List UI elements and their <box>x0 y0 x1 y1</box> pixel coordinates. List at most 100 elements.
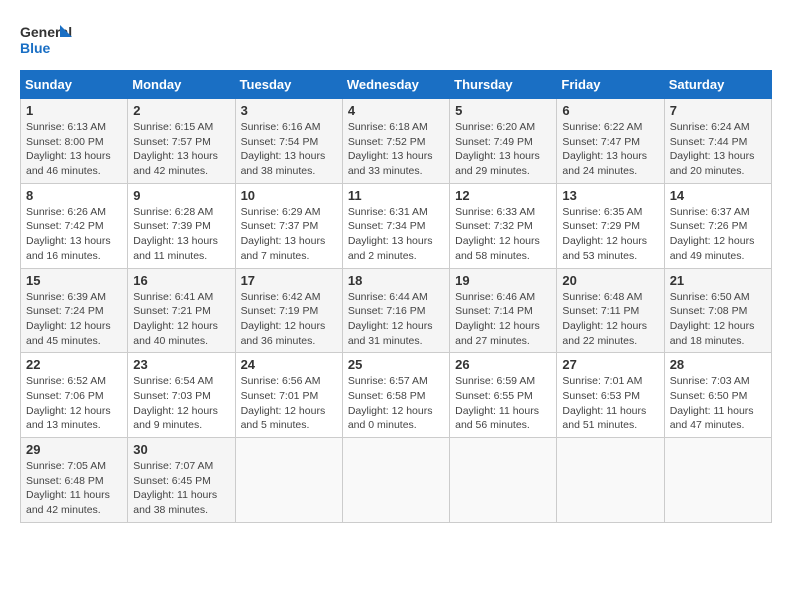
day-cell: 6 Sunrise: 6:22 AM Sunset: 7:47 PM Daylig… <box>557 99 664 184</box>
svg-text:Blue: Blue <box>20 40 51 56</box>
day-info: Sunrise: 6:42 AM Sunset: 7:19 PM Dayligh… <box>241 290 337 349</box>
day-info: Sunrise: 6:52 AM Sunset: 7:06 PM Dayligh… <box>26 374 122 433</box>
day-cell <box>450 438 557 523</box>
logo-svg: GeneralBlue <box>20 20 75 60</box>
day-info: Sunrise: 6:46 AM Sunset: 7:14 PM Dayligh… <box>455 290 551 349</box>
header-row: SundayMondayTuesdayWednesdayThursdayFrid… <box>21 71 772 99</box>
day-number: 27 <box>562 357 658 372</box>
day-info: Sunrise: 6:57 AM Sunset: 6:58 PM Dayligh… <box>348 374 444 433</box>
day-cell: 14 Sunrise: 6:37 AM Sunset: 7:26 PM Dayli… <box>664 183 771 268</box>
day-info: Sunrise: 6:31 AM Sunset: 7:34 PM Dayligh… <box>348 205 444 264</box>
day-info: Sunrise: 7:05 AM Sunset: 6:48 PM Dayligh… <box>26 459 122 518</box>
day-info: Sunrise: 7:03 AM Sunset: 6:50 PM Dayligh… <box>670 374 766 433</box>
day-header-monday: Monday <box>128 71 235 99</box>
day-cell: 29Sunrise: 7:05 AM Sunset: 6:48 PM Dayli… <box>21 438 128 523</box>
day-cell: 3 Sunrise: 6:16 AM Sunset: 7:54 PM Daylig… <box>235 99 342 184</box>
day-cell: 15 Sunrise: 6:39 AM Sunset: 7:24 PM Dayli… <box>21 268 128 353</box>
day-info: Sunrise: 6:50 AM Sunset: 7:08 PM Dayligh… <box>670 290 766 349</box>
day-number: 15 <box>26 273 122 288</box>
day-cell: 20Sunrise: 6:48 AM Sunset: 7:11 PM Dayli… <box>557 268 664 353</box>
week-row-3: 15 Sunrise: 6:39 AM Sunset: 7:24 PM Dayli… <box>21 268 772 353</box>
day-cell: 9Sunrise: 6:28 AM Sunset: 7:39 PM Daylig… <box>128 183 235 268</box>
day-number: 24 <box>241 357 337 372</box>
day-info: Sunrise: 6:24 AM Sunset: 7:44 PM Dayligh… <box>670 120 766 179</box>
day-header-friday: Friday <box>557 71 664 99</box>
day-cell: 18 Sunrise: 6:44 AM Sunset: 7:16 PM Dayli… <box>342 268 449 353</box>
day-number: 21 <box>670 273 766 288</box>
day-number: 4 <box>348 103 444 118</box>
day-info: Sunrise: 6:35 AM Sunset: 7:29 PM Dayligh… <box>562 205 658 264</box>
day-info: Sunrise: 6:28 AM Sunset: 7:39 PM Dayligh… <box>133 205 229 264</box>
day-cell <box>664 438 771 523</box>
day-number: 6 <box>562 103 658 118</box>
day-number: 12 <box>455 188 551 203</box>
day-number: 11 <box>348 188 444 203</box>
day-number: 22 <box>26 357 122 372</box>
day-number: 23 <box>133 357 229 372</box>
day-cell <box>235 438 342 523</box>
day-number: 26 <box>455 357 551 372</box>
day-number: 13 <box>562 188 658 203</box>
day-cell <box>342 438 449 523</box>
day-header-wednesday: Wednesday <box>342 71 449 99</box>
day-cell: 27 Sunrise: 7:01 AM Sunset: 6:53 PM Dayli… <box>557 353 664 438</box>
day-cell <box>557 438 664 523</box>
day-cell: 17 Sunrise: 6:42 AM Sunset: 7:19 PM Dayli… <box>235 268 342 353</box>
day-cell: 10Sunrise: 6:29 AM Sunset: 7:37 PM Dayli… <box>235 183 342 268</box>
day-number: 19 <box>455 273 551 288</box>
day-number: 30 <box>133 442 229 457</box>
day-cell: 4 Sunrise: 6:18 AM Sunset: 7:52 PM Daylig… <box>342 99 449 184</box>
day-header-saturday: Saturday <box>664 71 771 99</box>
day-number: 8 <box>26 188 122 203</box>
day-info: Sunrise: 6:15 AM Sunset: 7:57 PM Dayligh… <box>133 120 229 179</box>
day-cell: 5 Sunrise: 6:20 AM Sunset: 7:49 PM Daylig… <box>450 99 557 184</box>
day-info: Sunrise: 7:01 AM Sunset: 6:53 PM Dayligh… <box>562 374 658 433</box>
day-cell: 7Sunrise: 6:24 AM Sunset: 7:44 PM Daylig… <box>664 99 771 184</box>
day-cell: 24Sunrise: 6:56 AM Sunset: 7:01 PM Dayli… <box>235 353 342 438</box>
day-number: 1 <box>26 103 122 118</box>
day-cell: 11 Sunrise: 6:31 AM Sunset: 7:34 PM Dayli… <box>342 183 449 268</box>
day-number: 25 <box>348 357 444 372</box>
day-info: Sunrise: 6:37 AM Sunset: 7:26 PM Dayligh… <box>670 205 766 264</box>
calendar-table: SundayMondayTuesdayWednesdayThursdayFrid… <box>20 70 772 523</box>
week-row-1: 1Sunrise: 6:13 AM Sunset: 8:00 PM Daylig… <box>21 99 772 184</box>
day-number: 2 <box>133 103 229 118</box>
day-info: Sunrise: 6:16 AM Sunset: 7:54 PM Dayligh… <box>241 120 337 179</box>
day-cell: 28 Sunrise: 7:03 AM Sunset: 6:50 PM Dayli… <box>664 353 771 438</box>
day-info: Sunrise: 6:39 AM Sunset: 7:24 PM Dayligh… <box>26 290 122 349</box>
day-cell: 25 Sunrise: 6:57 AM Sunset: 6:58 PM Dayli… <box>342 353 449 438</box>
day-header-tuesday: Tuesday <box>235 71 342 99</box>
day-cell: 2 Sunrise: 6:15 AM Sunset: 7:57 PM Daylig… <box>128 99 235 184</box>
day-info: Sunrise: 6:18 AM Sunset: 7:52 PM Dayligh… <box>348 120 444 179</box>
day-number: 20 <box>562 273 658 288</box>
day-info: Sunrise: 6:20 AM Sunset: 7:49 PM Dayligh… <box>455 120 551 179</box>
day-cell: 16 Sunrise: 6:41 AM Sunset: 7:21 PM Dayli… <box>128 268 235 353</box>
day-number: 16 <box>133 273 229 288</box>
day-info: Sunrise: 6:26 AM Sunset: 7:42 PM Dayligh… <box>26 205 122 264</box>
day-number: 14 <box>670 188 766 203</box>
day-cell: 13 Sunrise: 6:35 AM Sunset: 7:29 PM Dayli… <box>557 183 664 268</box>
day-info: Sunrise: 6:41 AM Sunset: 7:21 PM Dayligh… <box>133 290 229 349</box>
day-info: Sunrise: 6:59 AM Sunset: 6:55 PM Dayligh… <box>455 374 551 433</box>
day-cell: 22 Sunrise: 6:52 AM Sunset: 7:06 PM Dayli… <box>21 353 128 438</box>
day-cell: 19 Sunrise: 6:46 AM Sunset: 7:14 PM Dayli… <box>450 268 557 353</box>
header: GeneralBlue <box>20 20 772 60</box>
week-row-5: 29Sunrise: 7:05 AM Sunset: 6:48 PM Dayli… <box>21 438 772 523</box>
day-info: Sunrise: 7:07 AM Sunset: 6:45 PM Dayligh… <box>133 459 229 518</box>
day-info: Sunrise: 6:33 AM Sunset: 7:32 PM Dayligh… <box>455 205 551 264</box>
day-number: 18 <box>348 273 444 288</box>
day-header-sunday: Sunday <box>21 71 128 99</box>
day-cell: 21 Sunrise: 6:50 AM Sunset: 7:08 PM Dayli… <box>664 268 771 353</box>
week-row-4: 22 Sunrise: 6:52 AM Sunset: 7:06 PM Dayli… <box>21 353 772 438</box>
day-info: Sunrise: 6:22 AM Sunset: 7:47 PM Dayligh… <box>562 120 658 179</box>
day-number: 3 <box>241 103 337 118</box>
day-info: Sunrise: 6:29 AM Sunset: 7:37 PM Dayligh… <box>241 205 337 264</box>
day-number: 17 <box>241 273 337 288</box>
day-cell: 1Sunrise: 6:13 AM Sunset: 8:00 PM Daylig… <box>21 99 128 184</box>
day-number: 5 <box>455 103 551 118</box>
day-number: 28 <box>670 357 766 372</box>
day-info: Sunrise: 6:44 AM Sunset: 7:16 PM Dayligh… <box>348 290 444 349</box>
day-cell: 30 Sunrise: 7:07 AM Sunset: 6:45 PM Dayli… <box>128 438 235 523</box>
day-header-thursday: Thursday <box>450 71 557 99</box>
day-cell: 12 Sunrise: 6:33 AM Sunset: 7:32 PM Dayli… <box>450 183 557 268</box>
